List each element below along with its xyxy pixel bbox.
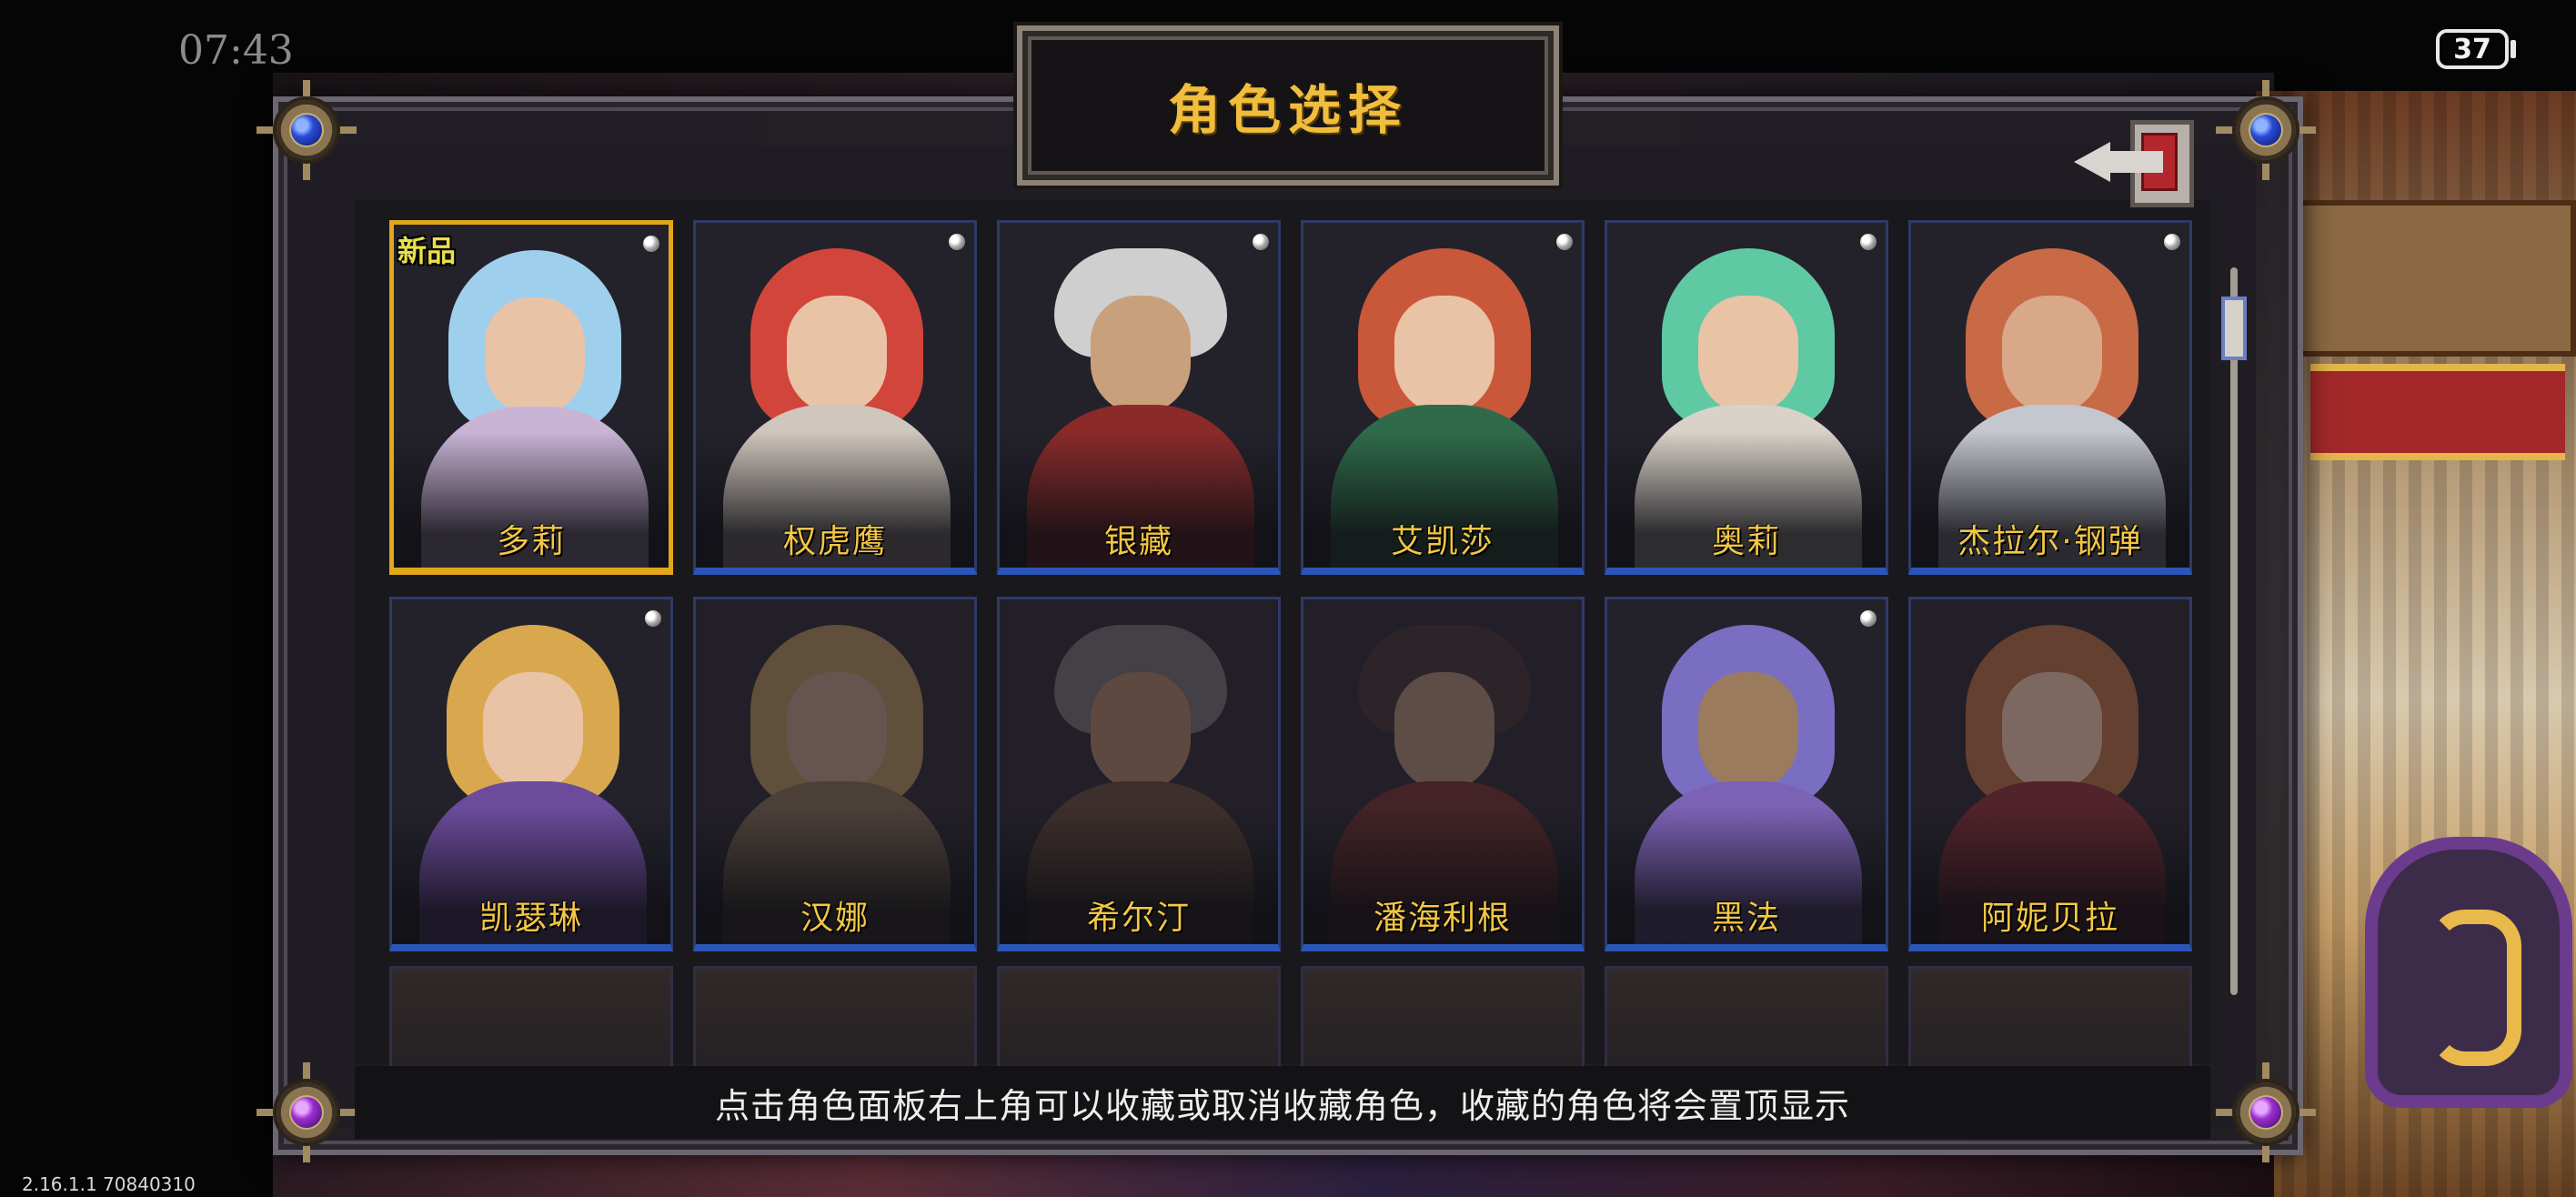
background-banner: [2310, 364, 2565, 460]
background-wall: [2292, 200, 2576, 357]
corner-ornament-bottom-left: [257, 1062, 357, 1162]
character-card-aoli[interactable]: 奥莉: [1605, 220, 1888, 575]
background-scene: [2256, 91, 2576, 1197]
character-name: 潘海利根: [1373, 900, 1512, 937]
hint-text: 点击角色面板右上角可以收藏或取消收藏角色，收藏的角色将会置顶显示: [714, 1085, 1850, 1126]
purple-gem-icon: [291, 1097, 322, 1128]
favorite-pin-icon[interactable]: [645, 610, 661, 627]
character-name: 汉娜: [800, 900, 870, 937]
character-card-quanhuying[interactable]: 权虎鹰: [693, 220, 977, 575]
character-grid: 新品 多莉 权虎鹰 银藏 艾凯莎 奥莉 杰拉尔·钢弹 凯瑟琳 汉娜 希尔汀 潘海…: [389, 220, 2209, 951]
character-card-partial[interactable]: [1908, 966, 2192, 1066]
character-card-yinzang[interactable]: 银藏: [997, 220, 1281, 575]
character-name: 奥莉: [1711, 523, 1781, 560]
corner-ornament-bottom-right: [2216, 1062, 2316, 1162]
blue-gem-icon: [2250, 115, 2281, 146]
character-card-gerard[interactable]: 杰拉尔·钢弹: [1908, 220, 2192, 575]
character-name: 希尔汀: [1086, 900, 1191, 937]
favorite-pin-icon[interactable]: [1253, 234, 1269, 250]
character-card-catherine[interactable]: 凯瑟琳: [389, 597, 673, 951]
favorite-pin-icon[interactable]: [949, 234, 965, 250]
character-card-penhaligon[interactable]: 潘海利根: [1301, 597, 1585, 951]
page-title: 角色选择: [1167, 79, 1408, 141]
corner-ornament-top-right: [2216, 80, 2316, 180]
back-button[interactable]: [2074, 116, 2194, 207]
favorite-pin-icon[interactable]: [643, 236, 659, 252]
character-grid-next-row: [389, 966, 2209, 1066]
new-badge: 新品: [397, 234, 457, 268]
character-name: 多莉: [496, 523, 566, 560]
character-name: 凯瑟琳: [478, 900, 583, 937]
version-label: 2.16.1.1 70840310: [22, 1173, 196, 1195]
character-card-partial[interactable]: [1301, 966, 1585, 1066]
character-card-hanna[interactable]: 汉娜: [693, 597, 977, 951]
character-card-partial[interactable]: [389, 966, 673, 1066]
favorite-pin-icon[interactable]: [1556, 234, 1573, 250]
battery-indicator: 37: [2436, 29, 2509, 69]
title-plate: 角色选择: [1017, 25, 1559, 186]
character-card-partial[interactable]: [1605, 966, 1888, 1066]
character-card-aikaisha[interactable]: 艾凯莎: [1301, 220, 1585, 575]
game-screen: { "status_bar": { "time": "07:43", "batt…: [0, 0, 2576, 1197]
clock: 07:43: [178, 27, 294, 74]
character-name: 杰拉尔·钢弹: [1957, 523, 2143, 560]
back-arrow-icon: [2108, 151, 2163, 173]
scrollbar-track[interactable]: [2230, 267, 2238, 995]
character-name: 阿妮贝拉: [1980, 900, 2119, 937]
character-card-heifa[interactable]: 黑法: [1605, 597, 1888, 951]
character-card-partial[interactable]: [997, 966, 1281, 1066]
character-name: 权虎鹰: [782, 523, 887, 560]
character-name: 黑法: [1711, 900, 1781, 937]
favorite-pin-icon[interactable]: [1860, 234, 1877, 250]
character-card-partial[interactable]: [693, 966, 977, 1066]
character-card-annabella[interactable]: 阿妮贝拉: [1908, 597, 2192, 951]
corner-ornament-top-left: [257, 80, 357, 180]
hint-bar: 点击角色面板右上角可以收藏或取消收藏角色，收藏的角色将会置顶显示: [355, 1066, 2210, 1139]
character-card-hilting[interactable]: 希尔汀: [997, 597, 1281, 951]
purple-gem-icon: [2250, 1097, 2281, 1128]
favorite-pin-icon[interactable]: [2164, 234, 2180, 250]
character-name: 银藏: [1103, 523, 1173, 560]
favorite-pin-icon[interactable]: [1860, 610, 1877, 627]
snake-icon: [2429, 910, 2521, 1066]
character-card-dolly[interactable]: 新品 多莉: [389, 220, 673, 575]
character-name: 艾凯莎: [1390, 523, 1494, 560]
scrollbar-thumb[interactable]: [2221, 297, 2247, 360]
battery-tip: [2511, 40, 2516, 58]
blue-gem-icon: [291, 115, 322, 146]
